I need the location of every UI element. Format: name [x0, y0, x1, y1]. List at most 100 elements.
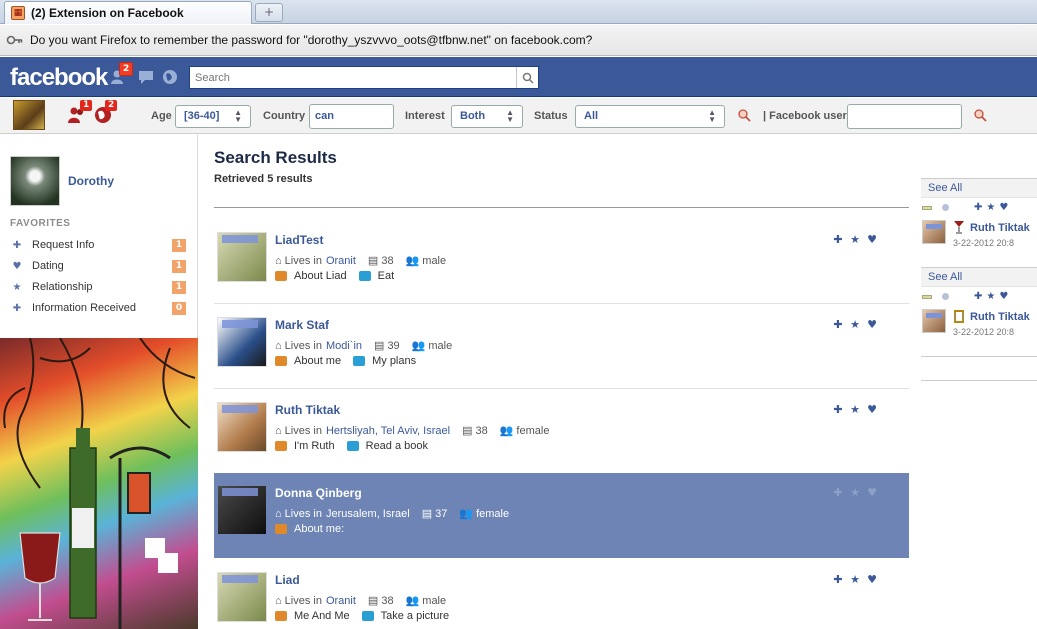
star-icon[interactable]: ★: [986, 202, 995, 213]
favorite-label: Relationship: [32, 281, 93, 293]
notifications-globe-icon[interactable]: [161, 68, 179, 86]
add-icon[interactable]: ✚: [832, 318, 844, 331]
comment-icon: [358, 271, 371, 281]
profile-name[interactable]: Dorothy: [68, 174, 114, 188]
add-icon[interactable]: ✚: [974, 291, 982, 302]
profile-picture[interactable]: [10, 156, 60, 206]
age-label: Age: [151, 110, 172, 122]
facebook-header: facebook 2: [0, 57, 1037, 97]
result-avatar[interactable]: [217, 485, 267, 535]
see-all-link[interactable]: See All: [921, 267, 1037, 287]
age-select[interactable]: [36-40] ▲ ▼: [175, 105, 251, 128]
status-select[interactable]: All ▲ ▼: [575, 105, 725, 128]
interest-label: Interest: [405, 110, 445, 122]
country-input[interactable]: can: [309, 104, 394, 129]
heart-icon[interactable]: ♥: [866, 403, 878, 416]
favorite-item-dating[interactable]: ♥ Dating 1: [12, 257, 186, 275]
user-search-icon[interactable]: [973, 108, 987, 122]
see-all-link[interactable]: See All: [921, 178, 1037, 198]
comment-icon: [361, 611, 374, 621]
calendar-icon: ▤: [367, 595, 379, 607]
result-name[interactable]: Ruth Tiktak: [275, 403, 340, 417]
add-icon[interactable]: ✚: [832, 233, 844, 246]
result-link-primary[interactable]: Me And Me: [294, 610, 350, 622]
facebook-user-input[interactable]: [847, 104, 962, 129]
result-row[interactable]: Mark Staf ⌂ Lives in Modi`in ▤ 39 👥 male…: [214, 305, 909, 389]
result-actions: ✚ ★ ♥: [832, 403, 878, 416]
search-results-count: Retrieved 5 results: [214, 173, 313, 185]
heart-icon[interactable]: ♥: [999, 291, 1008, 302]
status-dot-icon: [942, 293, 949, 300]
result-row[interactable]: LiadTest ⌂ Lives in Oranit ▤ 38 👥 male A…: [214, 220, 909, 304]
heart-icon[interactable]: ♥: [999, 202, 1008, 213]
activity-icons: ✚ ★ ♥: [921, 291, 1037, 304]
status-select-value: All: [584, 110, 599, 122]
result-location[interactable]: Oranit: [326, 595, 356, 607]
result-row[interactable]: Liad ⌂ Lives in Oranit ▤ 38 👥 male Me An…: [214, 560, 909, 629]
facebook-logo[interactable]: facebook: [10, 64, 108, 92]
facebook-search-input[interactable]: [190, 67, 516, 88]
result-name[interactable]: Donna Qinberg: [275, 486, 362, 500]
star-icon[interactable]: ★: [986, 291, 995, 302]
result-location[interactable]: Oranit: [326, 255, 356, 267]
result-location[interactable]: Hertsliyah, Tel Aviv, Israel: [326, 425, 450, 437]
result-avatar[interactable]: [217, 402, 267, 452]
star-icon[interactable]: ★: [849, 318, 861, 331]
result-name[interactable]: Mark Staf: [275, 318, 329, 332]
facebook-search: [189, 66, 539, 89]
star-icon[interactable]: ★: [849, 486, 861, 499]
add-icon[interactable]: ✚: [832, 573, 844, 586]
result-link-secondary[interactable]: Read a book: [366, 440, 428, 452]
heart-icon[interactable]: ♥: [866, 318, 878, 331]
result-row-highlighted[interactable]: Donna Qinberg ⌂ Lives in Jerusalem, Isra…: [214, 473, 909, 558]
new-tab-button[interactable]: +: [255, 3, 283, 22]
wine-glass-icon: [954, 221, 964, 234]
activity-name[interactable]: Ruth Tiktak: [970, 311, 1030, 323]
add-icon[interactable]: ✚: [832, 486, 844, 499]
facebook-search-button[interactable]: [516, 67, 538, 88]
result-location[interactable]: Jerusalem, Israel: [326, 508, 410, 520]
favorite-item-information-received[interactable]: ✚ Information Received 0: [12, 299, 186, 317]
heart-icon[interactable]: ♥: [866, 486, 878, 499]
result-name[interactable]: Liad: [275, 573, 300, 587]
globe-requests-badge: 2: [105, 100, 118, 111]
result-avatar[interactable]: [217, 572, 267, 622]
result-name[interactable]: LiadTest: [275, 233, 323, 247]
minimize-icon[interactable]: [922, 295, 932, 299]
result-avatar[interactable]: [217, 232, 267, 282]
result-link-secondary[interactable]: Take a picture: [381, 610, 449, 622]
minimize-icon[interactable]: [922, 206, 932, 210]
favorite-item-relationship[interactable]: ★ Relationship 1: [12, 278, 186, 296]
messages-icon[interactable]: [137, 68, 155, 86]
result-link-primary[interactable]: About me:: [294, 523, 344, 535]
activity-name[interactable]: Ruth Tiktak: [970, 222, 1030, 234]
result-link-secondary[interactable]: My plans: [372, 355, 416, 367]
heart-icon[interactable]: ♥: [866, 233, 878, 246]
result-link-primary[interactable]: About me: [294, 355, 341, 367]
add-icon[interactable]: ✚: [832, 403, 844, 416]
result-location[interactable]: Modi`in: [326, 340, 362, 352]
star-icon[interactable]: ★: [849, 573, 861, 586]
browser-tab[interactable]: ▦ (2) Extension on Facebook: [4, 1, 252, 24]
activity-avatar[interactable]: [922, 220, 946, 244]
calendar-icon: ▤: [462, 425, 473, 437]
favorite-item-request-info[interactable]: ✚ Request Info 1: [12, 236, 186, 254]
filter-search-icon[interactable]: [737, 108, 751, 122]
result-link-primary[interactable]: I'm Ruth: [294, 440, 335, 452]
calendar-icon: ▤: [374, 340, 385, 352]
heart-icon[interactable]: ♥: [866, 573, 878, 586]
star-icon[interactable]: ★: [849, 403, 861, 416]
result-avatar[interactable]: [217, 317, 267, 367]
add-icon[interactable]: ✚: [974, 202, 982, 213]
result-link-secondary[interactable]: Eat: [378, 270, 395, 282]
result-row[interactable]: Ruth Tiktak ⌂ Lives in Hertsliyah, Tel A…: [214, 390, 909, 474]
interest-select[interactable]: Both ▲ ▼: [451, 105, 523, 128]
house-icon: ⌂: [275, 424, 282, 437]
result-link-primary[interactable]: About Liad: [294, 270, 347, 282]
house-icon: ⌂: [275, 594, 282, 607]
activity-avatar[interactable]: [922, 309, 946, 333]
extension-logo[interactable]: [13, 100, 45, 130]
activity-block: See All ✚ ★ ♥ Ruth Tiktak 3-22-2012 20:8: [921, 178, 1037, 268]
advertisement-artwork[interactable]: [0, 338, 198, 629]
star-icon[interactable]: ★: [849, 233, 861, 246]
